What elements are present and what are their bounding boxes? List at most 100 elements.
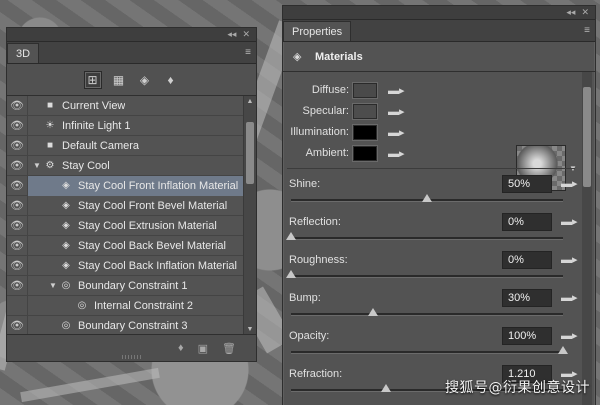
slider-value-field[interactable]: 30%: [502, 289, 552, 307]
panel-properties: ◂◂ ✕ Properties ≡ ◈ Materials ▼ Diffuse:…: [282, 5, 596, 405]
tree-row-body: ◈ Stay Cool Extrusion Material: [28, 216, 243, 236]
slider-thumb[interactable]: [286, 270, 296, 278]
folder-icon[interactable]: ▬▸: [388, 126, 405, 139]
folder-icon[interactable]: ▬▸: [561, 177, 578, 190]
slider-track[interactable]: [291, 351, 563, 354]
slider-thumb[interactable]: [381, 384, 392, 392]
tree-row[interactable]: 👁 ◈ Stay Cool Extrusion Material: [7, 215, 243, 236]
tree-row[interactable]: 👁 ◈ Stay Cool Back Bevel Material: [7, 235, 243, 256]
eye-icon[interactable]: 👁: [7, 115, 28, 136]
panel-props-topbar: ◂◂ ✕: [283, 6, 595, 20]
slider-track[interactable]: [291, 313, 563, 316]
close-icon[interactable]: ✕: [581, 7, 589, 18]
slider-row: Shine: 50% ▬▸: [289, 174, 578, 212]
folder-icon[interactable]: ▬▸: [561, 253, 578, 266]
slider-row: Opacity: 100% ▬▸: [289, 326, 578, 364]
collapse-icon[interactable]: ◂◂: [227, 29, 236, 40]
color-swatch[interactable]: [353, 145, 377, 161]
slider-value-field[interactable]: 50%: [502, 175, 552, 193]
tree-row[interactable]: 👁 ▼ ⚙ Stay Cool: [7, 155, 243, 176]
folder-icon[interactable]: ▬▸: [388, 147, 405, 160]
tab-3d[interactable]: 3D: [7, 43, 40, 63]
tree-row-label: Stay Cool Front Inflation Material: [78, 179, 239, 192]
texture-label: Specular:: [302, 105, 349, 117]
tree-row-body: ▼ ⚙ Stay Cool: [28, 156, 243, 176]
tree-row[interactable]: 👁 ■ Current View: [7, 96, 243, 116]
texture-label: Illumination:: [290, 126, 349, 138]
slider-track[interactable]: [291, 275, 563, 278]
scrollbar[interactable]: ▲ ▼: [243, 96, 256, 336]
slider-value-field[interactable]: 100%: [502, 327, 552, 345]
eye-icon[interactable]: 👁: [7, 135, 28, 156]
folder-icon[interactable]: ▬▸: [561, 329, 578, 342]
eye-icon[interactable]: 👁: [7, 96, 28, 116]
trash-icon[interactable]: 🗑: [222, 342, 236, 355]
panel-menu-icon[interactable]: ≡: [245, 47, 256, 63]
tree-row[interactable]: 👁 ◈ Stay Cool Back Inflation Material: [7, 255, 243, 276]
slider-thumb[interactable]: [558, 346, 568, 354]
properties-body: ▼ Diffuse:▬▸Specular:▬▸Illumination:▬▸Am…: [283, 72, 580, 405]
eye-icon[interactable]: 👁: [7, 215, 28, 236]
tree-row-label: Boundary Constraint 3: [78, 319, 188, 332]
eye-icon[interactable]: 👁: [7, 155, 28, 176]
collapse-icon[interactable]: ◂◂: [566, 7, 575, 18]
slider-track[interactable]: [291, 237, 563, 240]
slider-value-field[interactable]: 0%: [502, 213, 552, 231]
add-light-icon[interactable]: ♦: [178, 342, 184, 354]
eye-icon[interactable]: 👁: [7, 175, 28, 196]
tree-row[interactable]: 👁 ■ Default Camera: [7, 135, 243, 156]
eye-icon[interactable]: 👁: [7, 235, 28, 256]
panel-menu-icon[interactable]: ≡: [584, 25, 595, 41]
slider-value-field[interactable]: 0%: [502, 251, 552, 269]
scene-filter-icon[interactable]: ⊞: [83, 70, 102, 89]
tree-row-body: ◈ Stay Cool Front Bevel Material: [28, 196, 243, 216]
eye-icon[interactable]: 👁: [7, 275, 28, 296]
disclosure-triangle-icon[interactable]: ▼: [48, 281, 58, 290]
texture-label: Diffuse:: [311, 84, 349, 96]
slider-thumb[interactable]: [422, 194, 432, 202]
tree-row-label: Current View: [62, 99, 126, 112]
scroll-thumb[interactable]: [246, 122, 254, 184]
tree-row[interactable]: ◎ Internal Constraint 2: [7, 295, 243, 316]
slider-thumb[interactable]: [286, 232, 296, 240]
render-icon[interactable]: ▣: [198, 342, 208, 355]
scroll-thumb[interactable]: [583, 87, 591, 187]
tree-row-body: ■ Default Camera: [28, 136, 243, 156]
color-swatch[interactable]: [353, 82, 377, 98]
constraint-icon: ◎: [77, 300, 87, 311]
tree-row[interactable]: 👁 ☀ Infinite Light 1: [7, 115, 243, 136]
sun-icon: ☀: [45, 120, 55, 131]
color-swatch[interactable]: [353, 124, 377, 140]
light-filter-icon[interactable]: ♦: [162, 71, 180, 89]
folder-icon[interactable]: ▬▸: [388, 84, 405, 97]
tree-row-body: ☀ Infinite Light 1: [28, 116, 243, 136]
resize-grip[interactable]: [122, 355, 142, 359]
eye-icon[interactable]: 👁: [7, 315, 28, 336]
slider-label: Bump:: [289, 292, 321, 304]
color-swatch[interactable]: [353, 103, 377, 119]
mesh-filter-icon[interactable]: ▦: [110, 71, 128, 89]
tree-row[interactable]: 👁 ◈ Stay Cool Front Bevel Material: [7, 195, 243, 216]
tree-row-label: Stay Cool: [62, 159, 110, 172]
tree-row[interactable]: 👁 ◈ Stay Cool Front Inflation Material: [7, 175, 243, 196]
tree-row[interactable]: 👁 ▼ ◎ Boundary Constraint 1: [7, 275, 243, 296]
material-icon: ◈: [62, 260, 70, 271]
slider-thumb[interactable]: [367, 308, 378, 316]
eye-icon[interactable]: [7, 295, 28, 316]
eye-icon[interactable]: 👁: [7, 255, 28, 276]
tab-properties[interactable]: Properties: [283, 21, 352, 41]
disclosure-triangle-icon[interactable]: ▼: [32, 161, 42, 170]
folder-icon[interactable]: ▬▸: [561, 291, 578, 304]
tree-row-label: Stay Cool Extrusion Material: [78, 219, 217, 232]
scroll-up-icon[interactable]: ▲: [244, 96, 256, 108]
tree-row[interactable]: 👁 ◎ Boundary Constraint 3: [7, 315, 243, 336]
camera-icon: ■: [46, 140, 54, 151]
slider-row: Roughness: 0% ▬▸: [286, 250, 578, 288]
properties-scrollbar[interactable]: [582, 72, 592, 405]
folder-icon[interactable]: ▬▸: [388, 105, 405, 118]
material-icon: ◈: [62, 200, 70, 211]
close-icon[interactable]: ✕: [242, 29, 250, 40]
material-filter-icon[interactable]: ◈: [136, 71, 154, 89]
folder-icon[interactable]: ▬▸: [561, 215, 578, 228]
eye-icon[interactable]: 👁: [7, 195, 28, 216]
